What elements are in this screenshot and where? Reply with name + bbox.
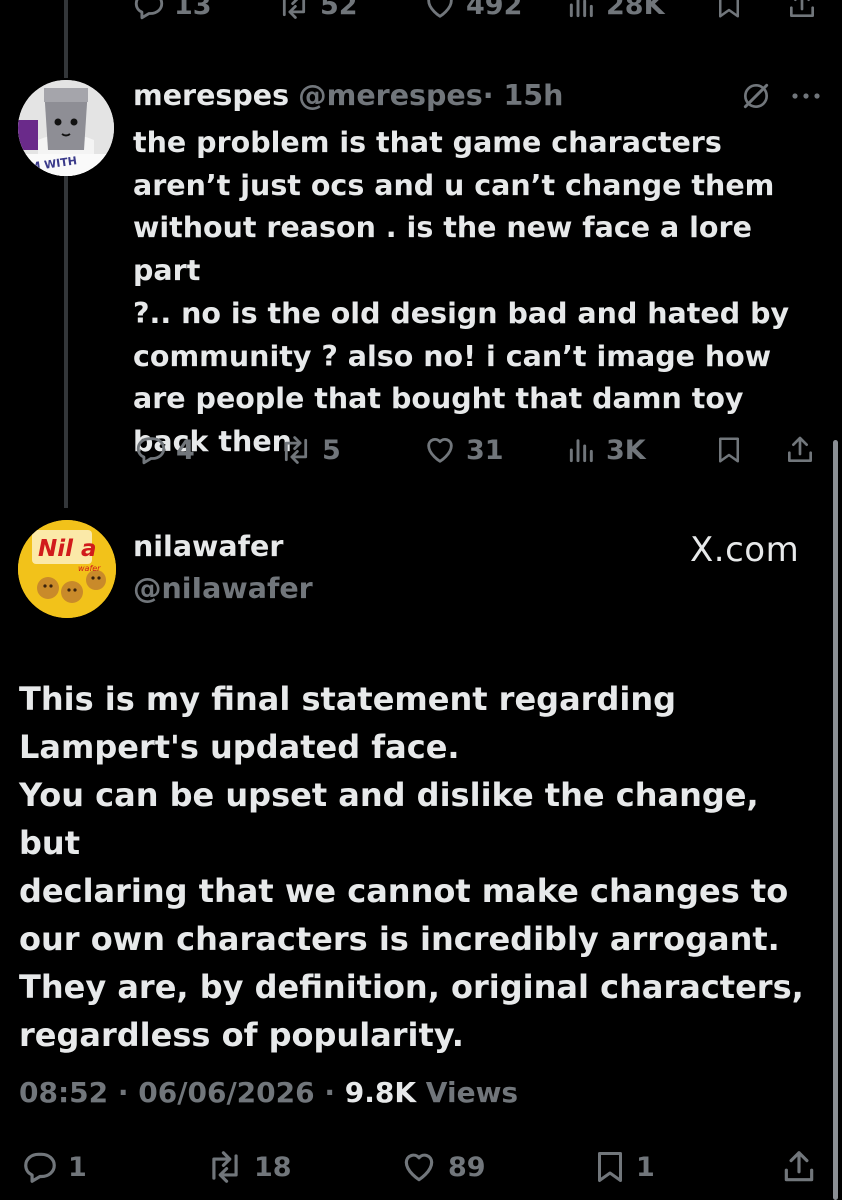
repost-icon [282, 0, 306, 19]
like-icon [404, 1153, 434, 1182]
reply-icon [136, 437, 166, 465]
scrollbar[interactable] [833, 440, 838, 1200]
reply-share-action[interactable] [784, 433, 816, 467]
reply-repost-action[interactable]: 5 [278, 433, 341, 467]
reply-bookmark-action[interactable] [714, 433, 744, 467]
top-reply-count: 13 [174, 0, 212, 21]
repost-icon [212, 1151, 238, 1183]
main-date[interactable]: 06/06/2026 [138, 1076, 314, 1109]
share-icon [790, 0, 814, 17]
top-repost-count: 52 [320, 0, 358, 21]
grok-icon [743, 83, 769, 109]
main-text: This is my final statement regarding Lam… [19, 680, 804, 1054]
main-avatar[interactable]: Nil a wafer [18, 520, 116, 618]
main-avatar-brand: Nil a [38, 536, 97, 562]
reply-time[interactable]: · 15h [483, 79, 564, 112]
top-views-count: 28K [606, 0, 665, 21]
main-repost-action[interactable]: 18 [204, 1148, 292, 1186]
main-handle[interactable]: @niIawafer [133, 572, 313, 605]
top-views-action[interactable]: 28K [566, 0, 665, 22]
views-icon [569, 0, 593, 18]
reply-text: the problem is that game characters aren… [133, 126, 790, 458]
grok-button[interactable] [740, 80, 772, 116]
main-share-action[interactable] [780, 1148, 818, 1186]
top-repost-action[interactable]: 52 [276, 0, 358, 22]
main-like-count: 89 [448, 1151, 486, 1183]
main-views-count: 9.8K [344, 1076, 417, 1109]
x-watermark: X.com [690, 530, 800, 570]
main-avatar-image [18, 520, 116, 618]
share-icon [784, 1151, 814, 1182]
main-meta: 08:52 · 06/06/2026 · 9.8K Views [19, 1076, 519, 1109]
thread-line-top [64, 0, 68, 78]
reply-reply-count: 4 [176, 434, 195, 466]
reply-display-name[interactable]: merespes [133, 79, 289, 112]
repost-icon [284, 436, 308, 464]
top-like-action[interactable]: 492 [422, 0, 522, 22]
main-display-name[interactable]: nilawafer [133, 530, 283, 563]
bookmark-icon [598, 1152, 622, 1182]
reply-header: merespes @merespes· 15h [133, 76, 563, 116]
reply-views-count: 3K [606, 434, 646, 466]
reply-like-action[interactable]: 31 [422, 433, 504, 467]
main-reply-count: 1 [68, 1151, 87, 1183]
top-share-action[interactable] [786, 0, 818, 22]
main-repost-count: 18 [254, 1151, 292, 1183]
main-views-label: Views [425, 1076, 519, 1109]
top-reply-action[interactable]: 13 [132, 0, 212, 22]
like-icon [427, 438, 453, 463]
reply-icon [134, 0, 164, 20]
views-icon [569, 439, 593, 463]
main-reply-action[interactable]: 1 [20, 1148, 87, 1186]
reply-icon [24, 1152, 56, 1183]
reply-like-count: 31 [466, 434, 504, 466]
top-bookmark-action[interactable] [714, 0, 744, 22]
reply-repost-count: 5 [322, 434, 341, 466]
more-icon [792, 93, 820, 99]
share-icon [788, 436, 812, 462]
main-avatar-sub: wafer [78, 564, 101, 573]
reply-avatar[interactable]: I'M WITH [18, 80, 114, 176]
main-bookmark-count: 1 [636, 1151, 655, 1183]
main-bookmark-action[interactable]: 1 [592, 1148, 655, 1186]
main-like-action[interactable]: 89 [398, 1148, 486, 1186]
top-like-count: 492 [466, 0, 523, 21]
reply-handle[interactable]: @merespes [298, 79, 483, 112]
reply-views-action[interactable]: 3K [566, 433, 646, 467]
main-time[interactable]: 08:52 [19, 1076, 108, 1109]
reply-reply-action[interactable]: 4 [134, 433, 195, 467]
bookmark-icon [719, 437, 739, 463]
like-icon [427, 0, 453, 18]
thread-line-middle [64, 158, 68, 508]
bookmark-icon [719, 0, 739, 18]
more-button[interactable] [790, 88, 822, 108]
